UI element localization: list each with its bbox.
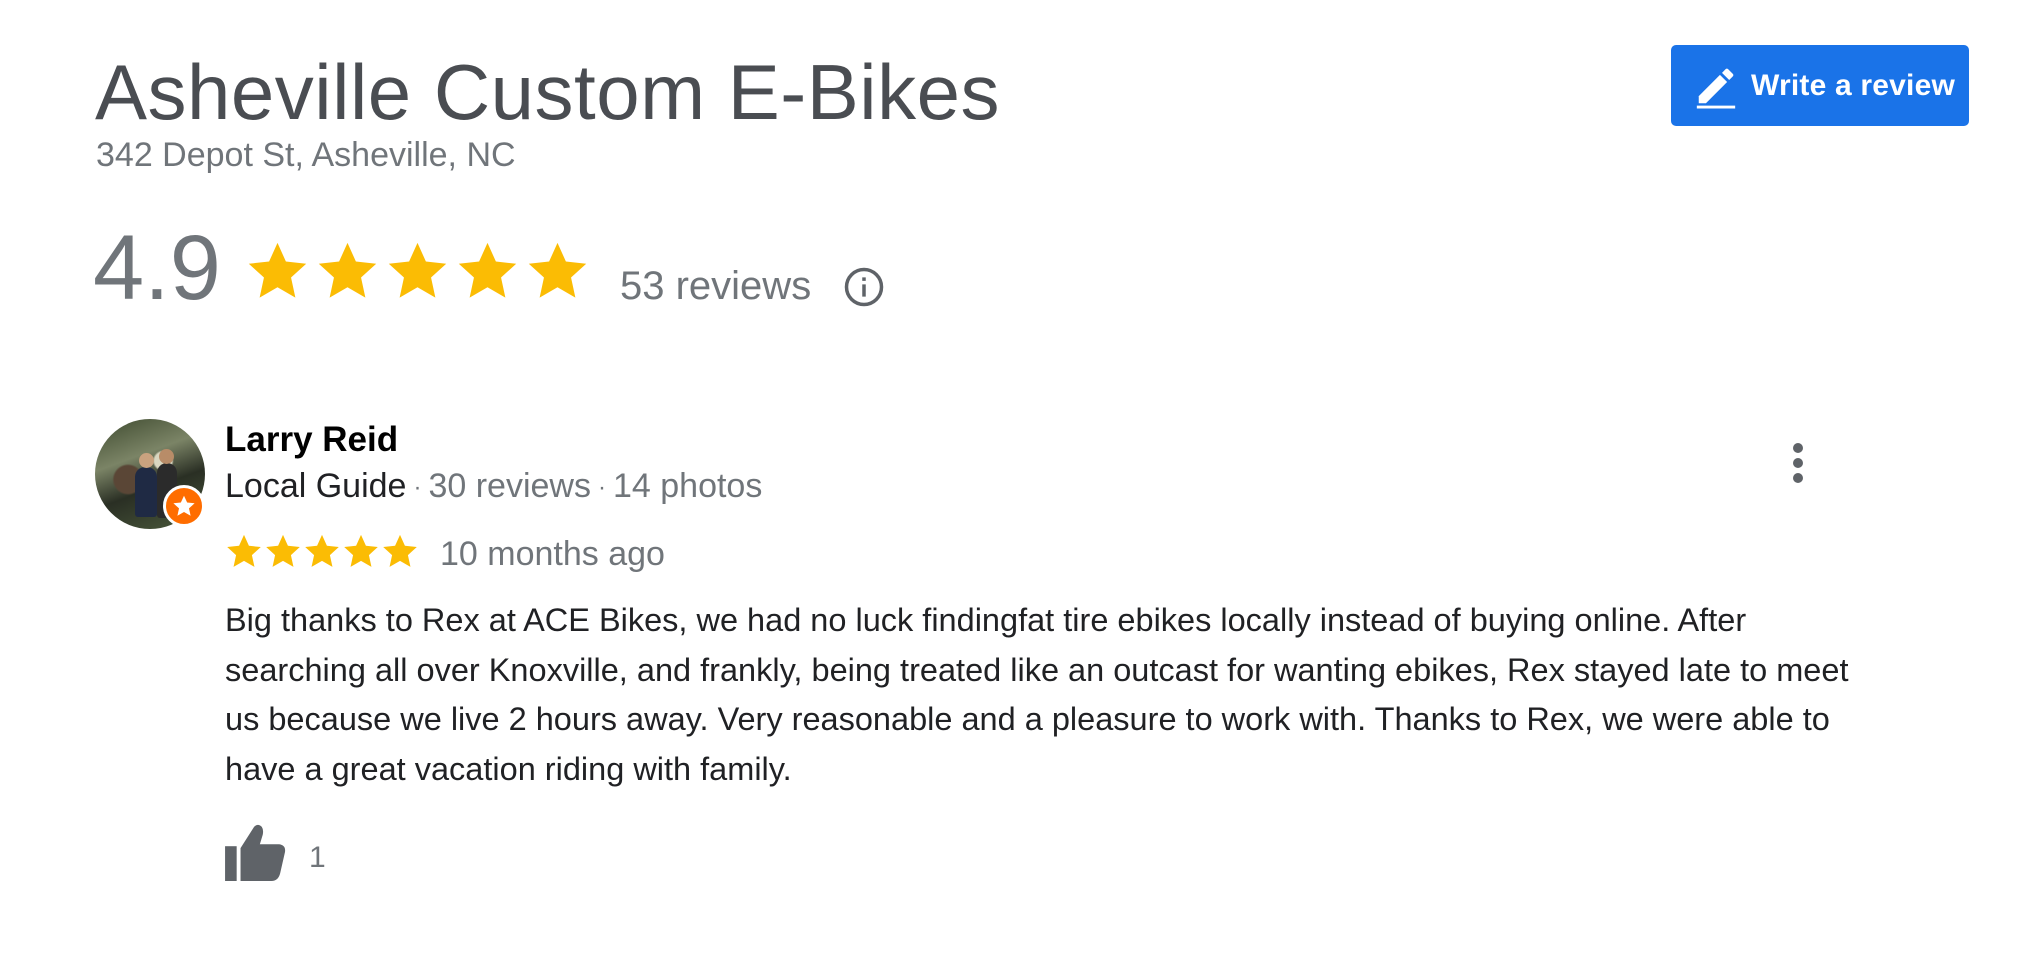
review-timestamp: 10 months ago	[440, 535, 665, 573]
reviewer-review-count: 30 reviews	[428, 467, 591, 505]
business-address: 342 Depot St, Asheville, NC	[96, 136, 516, 174]
star-icon	[385, 238, 450, 303]
star-icon	[245, 238, 310, 303]
business-name: Asheville Custom E-Bikes	[95, 48, 1000, 136]
star-icon	[381, 532, 419, 570]
thumbs-up-icon[interactable]	[225, 823, 287, 881]
meta-separator: ·	[597, 474, 606, 502]
meta-separator: ·	[413, 474, 422, 502]
average-rating: 4.9	[93, 217, 221, 319]
like-count: 1	[309, 841, 326, 874]
more-options-icon[interactable]	[1778, 438, 1818, 488]
reviewer-photo-count: 14 photos	[612, 467, 763, 505]
average-rating-stars	[245, 238, 590, 303]
star-icon	[173, 495, 195, 516]
reviewer-name[interactable]: Larry Reid	[225, 419, 398, 461]
star-icon	[315, 238, 380, 303]
review-body: Big thanks to Rex at ACE Bikes, we had n…	[225, 602, 1849, 787]
star-icon	[342, 532, 380, 570]
star-icon	[264, 532, 302, 570]
info-icon[interactable]	[843, 266, 885, 308]
write-review-button[interactable]: Write a review	[1671, 45, 1969, 126]
review-rating-stars	[225, 532, 419, 570]
star-icon	[455, 238, 520, 303]
total-review-count[interactable]: 53 reviews	[620, 262, 811, 310]
star-icon	[225, 532, 263, 570]
star-icon	[525, 238, 590, 303]
local-guide-label: Local Guide	[225, 467, 407, 505]
pencil-icon	[1696, 68, 1736, 109]
write-review-label: Write a review	[1751, 68, 1956, 102]
local-guide-badge-icon	[163, 485, 205, 527]
reviewer-meta: Local Guide · 30 reviews · 14 photos	[225, 465, 762, 509]
star-icon	[303, 532, 341, 570]
